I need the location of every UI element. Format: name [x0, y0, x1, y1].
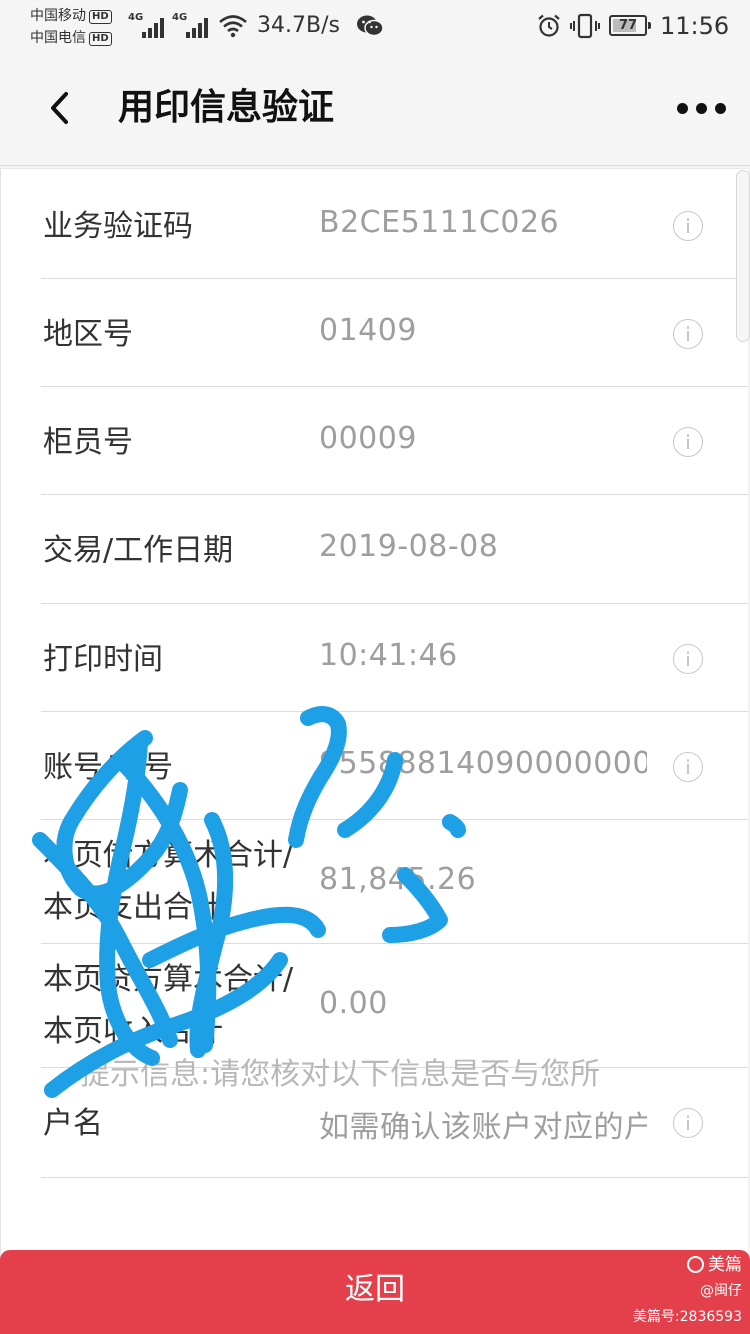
- hint-text: 提示信息:请您核对以下信息是否与您所: [80, 1057, 601, 1092]
- verification-card: 业务验证码 B2CE5111C026 地区号 01409 柜员号 00009 交…: [0, 168, 748, 1268]
- signal-1-icon: 4G: [128, 12, 168, 38]
- field-label: 本页借方算术合计/本页支出合计: [43, 838, 294, 925]
- carrier-info: 中国移动 HD 中国电信 HD: [30, 5, 112, 49]
- vibrate-icon: [570, 13, 600, 39]
- nav-bar: 用印信息验证: [0, 52, 750, 166]
- wechat-icon: [357, 15, 384, 37]
- carrier-1-label: 中国移动: [30, 8, 86, 24]
- hd-badge: HD: [89, 32, 112, 46]
- watermark-id: 美篇号:2836593: [632, 1309, 742, 1325]
- clock: 11:56: [660, 12, 730, 40]
- field-value: 9558881409000000092: [319, 746, 647, 781]
- meipian-logo-icon: [687, 1256, 704, 1273]
- more-dots-icon: [676, 102, 688, 114]
- field-row-debit-total: 本页借方算术合计/本页支出合计 81,845.26: [41, 820, 748, 944]
- field-label: 打印时间: [43, 642, 163, 677]
- field-row-teller: 柜员号 00009: [41, 387, 748, 495]
- field-row-credit-total: 本页贷方算术合计/本页收入合计 0.00: [41, 944, 748, 1068]
- chevron-left-icon: [51, 92, 68, 124]
- more-button[interactable]: [666, 88, 736, 128]
- hd-badge: HD: [89, 10, 112, 24]
- field-row-account: 账号/卡号 9558881409000000092: [41, 712, 748, 820]
- carrier-2-label: 中国电信: [30, 30, 86, 46]
- field-value: 如需确认该账户对应的户名: [319, 1110, 647, 1145]
- field-label: 业务验证码: [43, 209, 193, 244]
- field-row-date: 交易/工作日期 2019-08-08: [41, 495, 748, 604]
- field-value: 01409: [319, 313, 417, 348]
- field-label: 本页贷方算术合计/本页收入合计: [43, 962, 294, 1049]
- info-icon[interactable]: [673, 319, 703, 349]
- wifi-icon: [219, 15, 247, 38]
- battery-icon: 77: [609, 15, 651, 36]
- signal-2-icon: 4G: [172, 12, 212, 38]
- field-label: 地区号: [43, 317, 133, 352]
- info-icon[interactable]: [673, 427, 703, 457]
- field-row-region: 地区号 01409: [41, 279, 748, 387]
- field-label: 柜员号: [43, 425, 133, 460]
- alarm-icon: [538, 14, 560, 37]
- status-bar: 中国移动 HD 中国电信 HD 4G 4G 34.7B/s 77 11:56: [0, 0, 750, 52]
- battery-level: 77: [618, 18, 638, 33]
- watermark-author: @闽仔: [700, 1283, 742, 1299]
- network-speed: 34.7B/s: [257, 13, 340, 38]
- field-value: 0.00: [319, 986, 388, 1021]
- page-title: 用印信息验证: [118, 87, 335, 128]
- field-row-print-time: 打印时间 10:41:46: [41, 604, 748, 712]
- back-button[interactable]: [36, 82, 82, 134]
- watermark: 美篇 @闽仔 美篇号:2836593: [633, 1252, 742, 1330]
- field-value: 10:41:46: [319, 638, 458, 673]
- field-value: 00009: [319, 421, 417, 456]
- info-icon[interactable]: [673, 1108, 703, 1138]
- field-value: 2019-08-08: [319, 529, 499, 564]
- field-label: 账号/卡号: [43, 750, 174, 785]
- scrollbar[interactable]: [736, 170, 750, 342]
- field-value: B2CE5111C026: [319, 205, 560, 240]
- info-icon[interactable]: [673, 752, 703, 782]
- network-2-label: 4G: [172, 12, 188, 23]
- info-icon[interactable]: [673, 211, 703, 241]
- field-value: 81,845.26: [319, 862, 477, 897]
- field-label: 户名: [43, 1106, 103, 1141]
- field-label: 交易/工作日期: [43, 533, 234, 568]
- network-1-label: 4G: [128, 12, 144, 23]
- field-row-business-code: 业务验证码 B2CE5111C026: [41, 169, 748, 279]
- watermark-brand: 美篇: [708, 1255, 742, 1275]
- info-icon[interactable]: [673, 644, 703, 674]
